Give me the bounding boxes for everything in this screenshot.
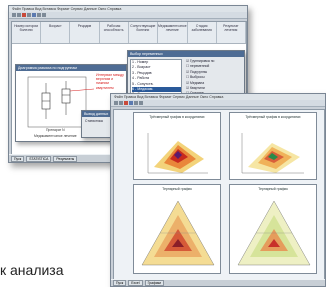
taskbar-right: Пуск Excel Графики bbox=[111, 279, 325, 286]
column-headers: Номер истории болезни Возраст Рецидив Ра… bbox=[12, 22, 246, 44]
taskbar-item[interactable]: Результаты bbox=[53, 155, 78, 162]
toolbar[interactable] bbox=[111, 100, 325, 107]
ternary-plot bbox=[237, 200, 311, 266]
panel-ternary-right[interactable]: Тернарный график bbox=[229, 184, 317, 274]
column-header[interactable]: Медикаментозное лечение bbox=[158, 22, 188, 43]
column-header[interactable]: Результат лечения bbox=[217, 22, 246, 43]
toolbar-button[interactable] bbox=[12, 13, 16, 17]
column-header[interactable]: Стадия заболевания bbox=[188, 22, 217, 43]
start-button[interactable]: Пуск bbox=[113, 280, 127, 286]
column-header[interactable]: Рабочая способность bbox=[100, 22, 129, 43]
toolbar-button[interactable] bbox=[114, 101, 118, 105]
taskbar-item[interactable]: Графики bbox=[144, 280, 165, 286]
toolbar-button[interactable] bbox=[124, 101, 128, 105]
surface-plot bbox=[147, 133, 208, 174]
surface-plot bbox=[241, 133, 304, 174]
toolbar-button[interactable] bbox=[119, 101, 123, 105]
panel-3d-right[interactable]: Трёхмерный график в координатах bbox=[229, 112, 317, 180]
toolbar-button[interactable] bbox=[32, 13, 36, 17]
panel-title: Трёхмерный график в координатах bbox=[149, 115, 205, 119]
variables-dialog-title: Выбор переменных bbox=[128, 51, 244, 57]
panel-title: Тернарный график bbox=[258, 187, 288, 191]
panel-title: Трёхмерный график в координатах bbox=[245, 115, 301, 119]
chart-x-label: Препарат N bbox=[46, 128, 65, 132]
toolbar-button[interactable] bbox=[134, 101, 138, 105]
toolbar-button[interactable] bbox=[22, 13, 26, 17]
ternary-plot bbox=[141, 200, 215, 266]
toolbar-button[interactable] bbox=[129, 101, 133, 105]
toolbar-button[interactable] bbox=[17, 13, 21, 17]
annotation-text: Интервал между верхним и нижним квартиле… bbox=[96, 73, 124, 90]
column-header[interactable]: Рецидив bbox=[70, 22, 100, 43]
panel-ternary-left[interactable]: Тернарный график bbox=[133, 184, 221, 274]
toolbar-button[interactable] bbox=[37, 13, 41, 17]
toolbar-button[interactable] bbox=[139, 101, 143, 105]
toolbar[interactable] bbox=[9, 12, 247, 19]
column-header[interactable]: Сопутствующие болезни bbox=[129, 22, 158, 43]
panel-title: Тернарный график bbox=[162, 187, 192, 191]
taskbar-item[interactable]: STATISTICA bbox=[26, 155, 52, 162]
box-2 bbox=[61, 88, 71, 104]
start-button[interactable]: Пуск bbox=[11, 155, 25, 162]
column-header[interactable]: Номер истории болезни bbox=[12, 22, 42, 43]
toolbar-button[interactable] bbox=[42, 13, 46, 17]
taskbar-item[interactable]: Excel bbox=[128, 280, 143, 286]
panel-3d-left[interactable]: Трёхмерный график в координатах bbox=[133, 112, 221, 180]
caption-text: к анализа bbox=[0, 262, 64, 278]
toolbar-button[interactable] bbox=[27, 13, 31, 17]
statistica-window-right: Файл Правка Вид Вставка Формат Сервис Да… bbox=[110, 93, 326, 287]
column-header[interactable]: Возраст bbox=[41, 22, 71, 43]
chart-caption: Медикаментозное лечение bbox=[34, 134, 77, 138]
